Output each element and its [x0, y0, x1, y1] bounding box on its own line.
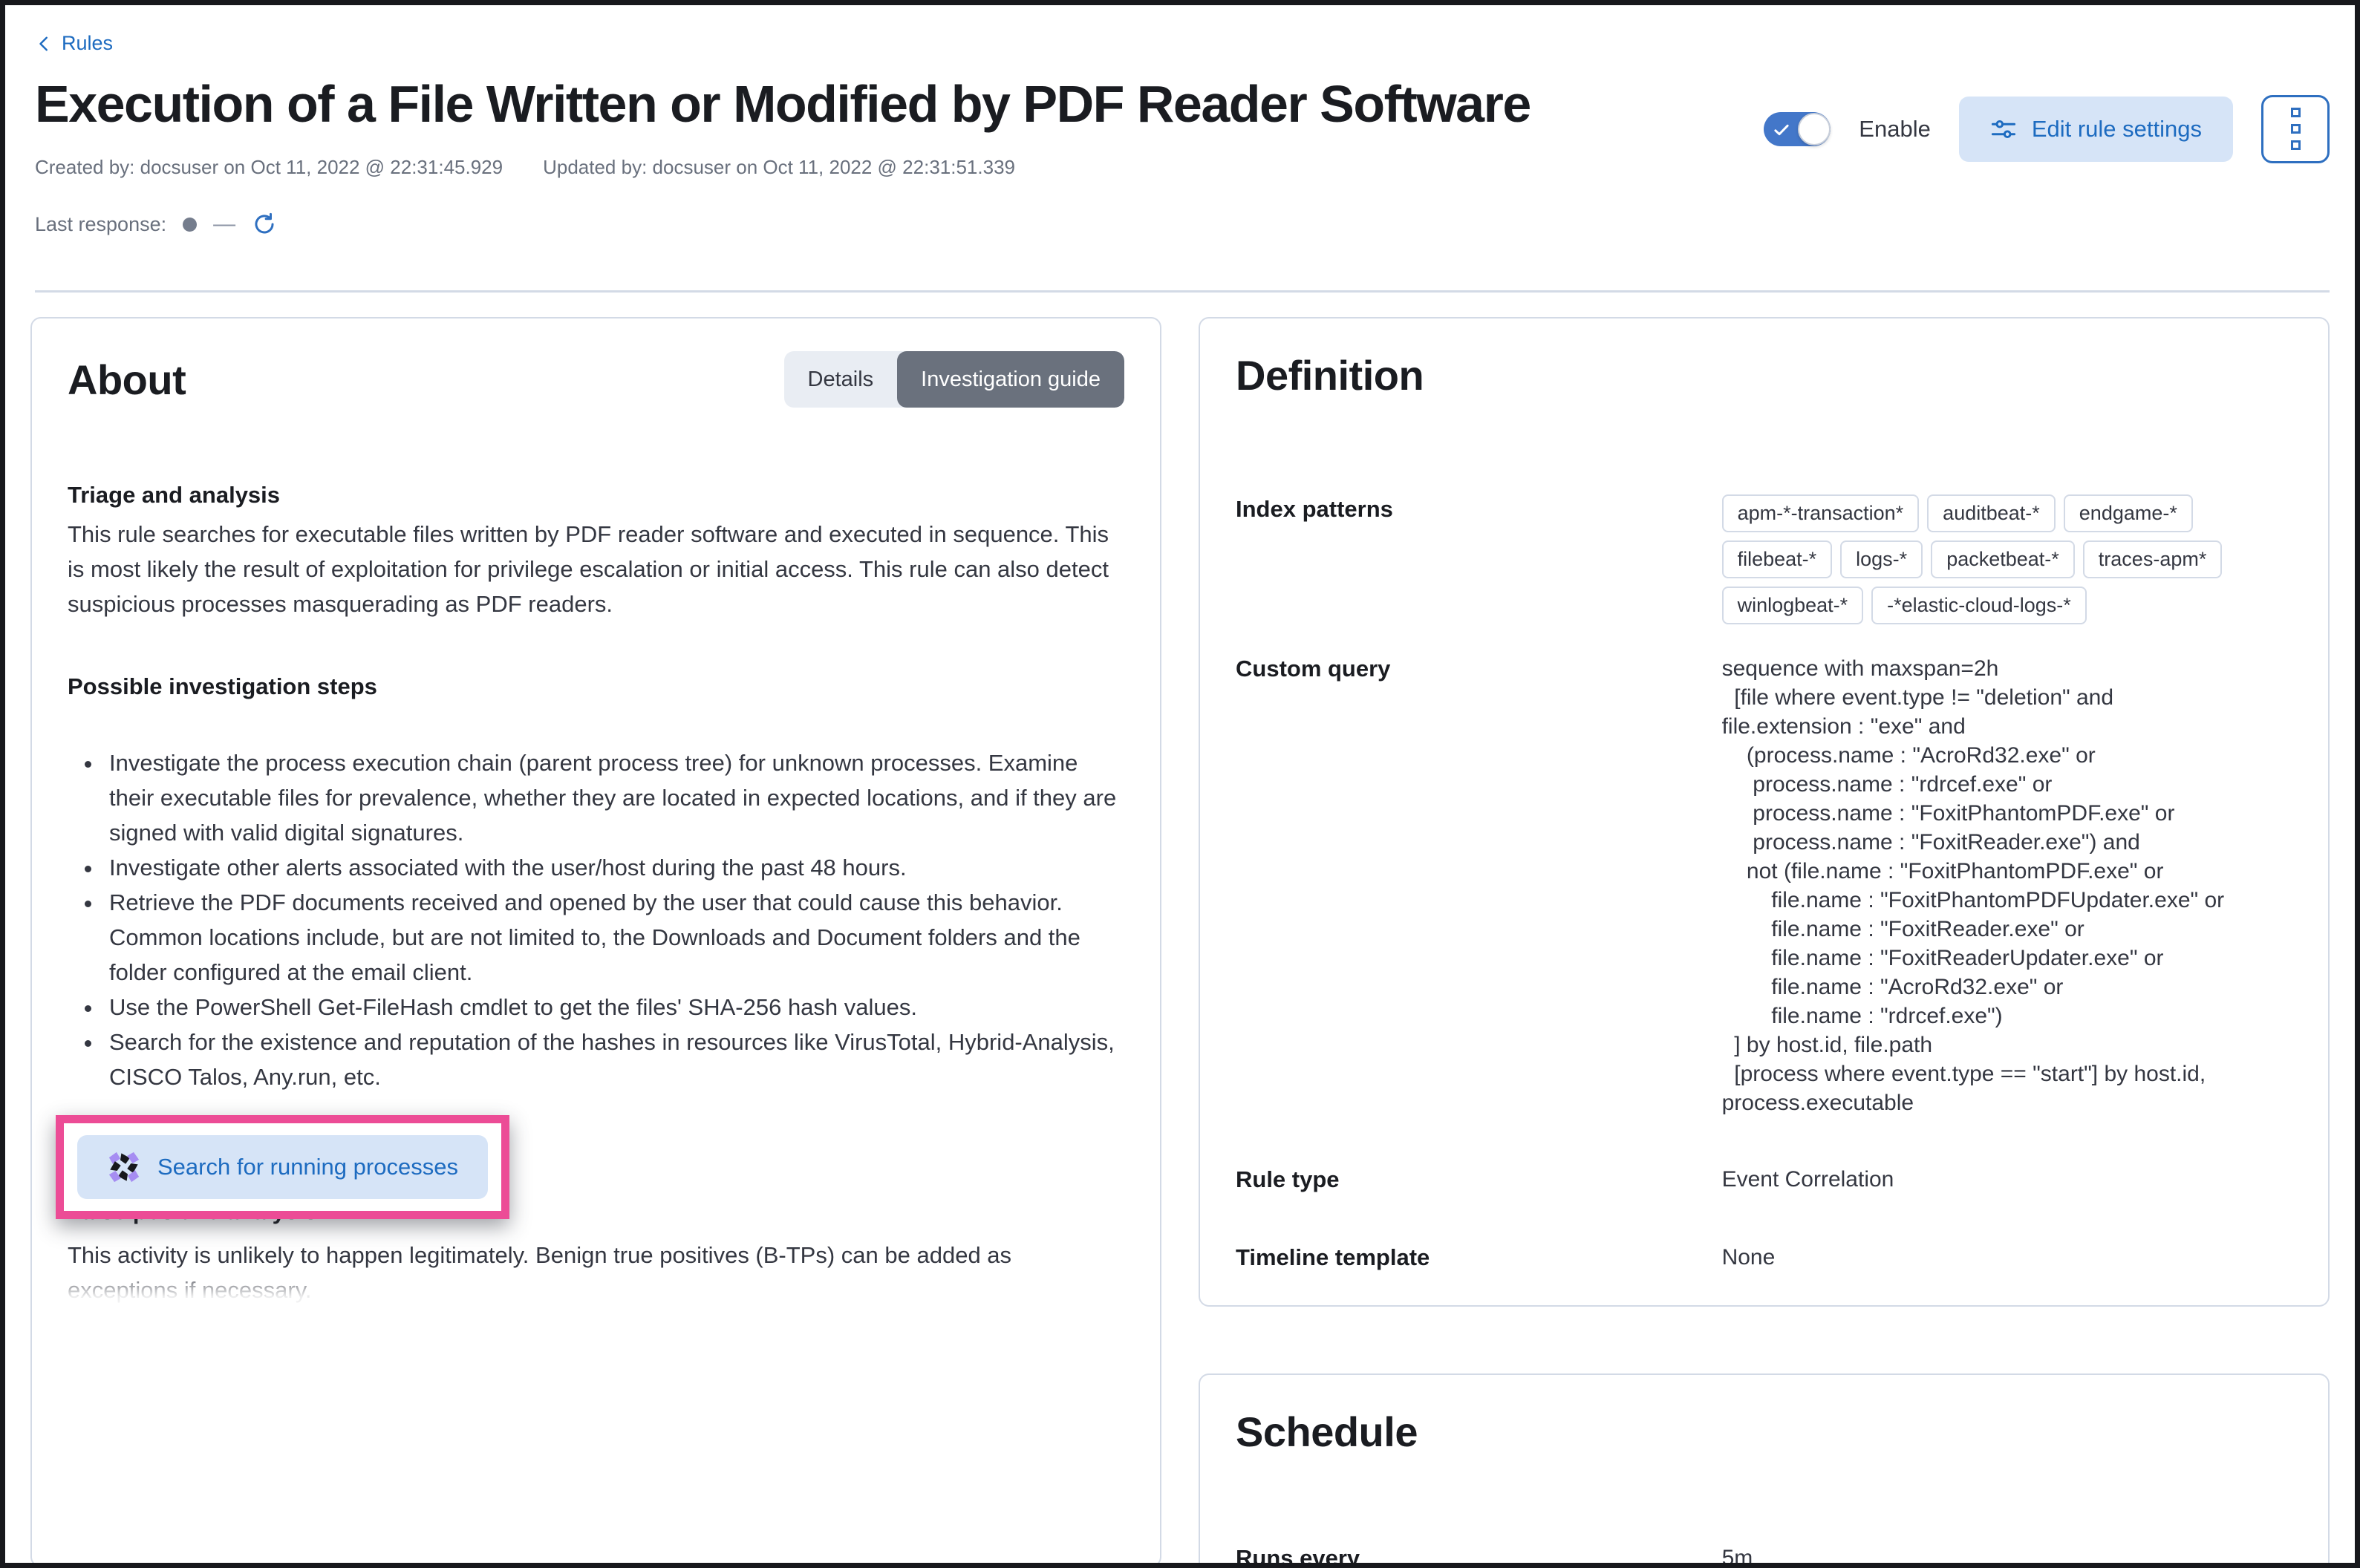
timeline-template-row: Timeline template None	[1236, 1243, 2292, 1273]
right-column: Definition Index patterns apm-*-transact…	[1199, 317, 2330, 1568]
index-pattern-badge: -*elastic-cloud-logs-*	[1871, 587, 2087, 625]
index-pattern-badge: winlogbeat-*	[1721, 587, 1864, 625]
custom-query-text: sequence with maxspan=2h [file where eve…	[1721, 656, 2225, 1116]
definition-title: Definition	[1236, 352, 1424, 399]
rule-type-row: Rule type Event Correlation	[1236, 1165, 2292, 1195]
definition-panel: Definition Index patterns apm-*-transact…	[1199, 317, 2330, 1307]
page-header: Rules Execution of a File Written or Mod…	[5, 5, 2355, 293]
header-controls: Enable Edit rule settings	[1764, 94, 2330, 163]
boxes-vertical-icon	[2290, 108, 2301, 117]
rule-meta: Created by: docsuser on Oct 11, 2022 @ 2…	[35, 156, 1531, 179]
custom-query-row: Custom query sequence with maxspan=2h [f…	[1236, 654, 2292, 1117]
rule-type-value: Event Correlation	[1721, 1167, 1894, 1192]
false-positive-text: This activity is unlikely to happen legi…	[68, 1238, 1124, 1315]
sliders-icon	[1991, 120, 2015, 138]
schedule-panel: Schedule Runs every 5m Additional look-b…	[1199, 1373, 2330, 1568]
chevron-left-icon	[39, 36, 48, 50]
timeline-template-label: Timeline template	[1236, 1244, 1430, 1270]
index-patterns-row: Index patterns apm-*-transaction* auditbe…	[1236, 494, 2292, 625]
check-icon	[1772, 120, 1791, 142]
custom-query-label: Custom query	[1236, 656, 1391, 682]
runs-every-row: Runs every 5m	[1236, 1544, 2292, 1568]
investigation-step: Search for the existence and reputation …	[103, 1025, 1124, 1094]
main-content: About Details Investigation guide Triage…	[5, 317, 2355, 1568]
index-patterns-label: Index patterns	[1236, 496, 1393, 522]
index-pattern-badge: traces-apm*	[2082, 540, 2223, 579]
timeline-template-value: None	[1721, 1244, 1776, 1270]
tab-details[interactable]: Details	[784, 351, 898, 408]
last-response-label: Last response:	[35, 212, 167, 235]
search-running-processes-button[interactable]: Search for running processes	[77, 1135, 488, 1199]
schedule-title: Schedule	[1236, 1408, 1418, 1455]
refresh-icon	[255, 212, 274, 234]
investigation-guide: Triage and analysis This rule searches f…	[56, 477, 1124, 1315]
page-title: Execution of a File Written or Modified …	[35, 74, 1531, 133]
triage-text: This rule searches for executable files …	[68, 521, 1109, 617]
health-dot-icon	[183, 217, 198, 232]
index-patterns-badges: apm-*-transaction* auditbeat-* endgame-* fi…	[1721, 494, 2292, 625]
breadcrumb-label: Rules	[62, 32, 114, 54]
enable-toggle[interactable]	[1764, 111, 1831, 146]
triage-heading: Triage and analysis	[68, 482, 281, 508]
rule-details-page: Rules Execution of a File Written or Mod…	[0, 0, 2360, 1568]
edit-rule-settings-label: Edit rule settings	[2031, 115, 2202, 142]
index-pattern-badge: filebeat-*	[1721, 540, 1833, 579]
updated-by-text: Updated by: docsuser on Oct 11, 2022 @ 2…	[543, 156, 1015, 178]
refresh-button[interactable]	[252, 212, 277, 237]
last-response-row: Last response: —	[35, 212, 1531, 237]
runs-every-label: Runs every	[1236, 1544, 1360, 1568]
index-pattern-badge: apm-*-transaction*	[1721, 494, 1920, 533]
runs-every-value: 5m	[1721, 1545, 1753, 1568]
tab-investigation-guide[interactable]: Investigation guide	[897, 351, 1124, 408]
breadcrumb[interactable]: Rules	[35, 32, 113, 55]
header-left: Execution of a File Written or Modified …	[35, 56, 1531, 238]
index-pattern-badge: packetbeat-*	[1931, 540, 2075, 579]
investigation-step: Retrieve the PDF documents received and …	[103, 885, 1124, 990]
about-panel: About Details Investigation guide Triage…	[30, 317, 1161, 1563]
steps-heading: Possible investigation steps	[68, 673, 377, 699]
investigation-steps-list: Investigate the process execution chain …	[68, 745, 1124, 1094]
timeline-icon	[108, 1152, 140, 1183]
last-response-value: —	[213, 212, 236, 236]
about-title: About	[68, 356, 186, 403]
highlight-annotation-box: Search for running processes	[56, 1115, 509, 1219]
created-by-text: Created by: docsuser on Oct 11, 2022 @ 2…	[35, 156, 503, 178]
index-pattern-badge: auditbeat-*	[1927, 494, 2056, 533]
investigation-step: Use the PowerShell Get-FileHash cmdlet t…	[103, 990, 1124, 1025]
toggle-knob	[1798, 112, 1831, 146]
index-pattern-badge: logs-*	[1840, 540, 1923, 579]
edit-rule-settings-button[interactable]: Edit rule settings	[1958, 96, 2233, 162]
about-tab-group: Details Investigation guide	[783, 351, 1124, 408]
index-pattern-badge: endgame-*	[2063, 494, 2193, 533]
header-divider	[35, 290, 2330, 293]
search-running-processes-label: Search for running processes	[157, 1154, 458, 1180]
enable-label: Enable	[1859, 115, 1931, 142]
investigation-step: Investigate other alerts associated with…	[103, 850, 1124, 885]
all-actions-button[interactable]	[2261, 94, 2330, 163]
rule-type-label: Rule type	[1236, 1166, 1340, 1193]
investigation-step: Investigate the process execution chain …	[103, 745, 1124, 850]
